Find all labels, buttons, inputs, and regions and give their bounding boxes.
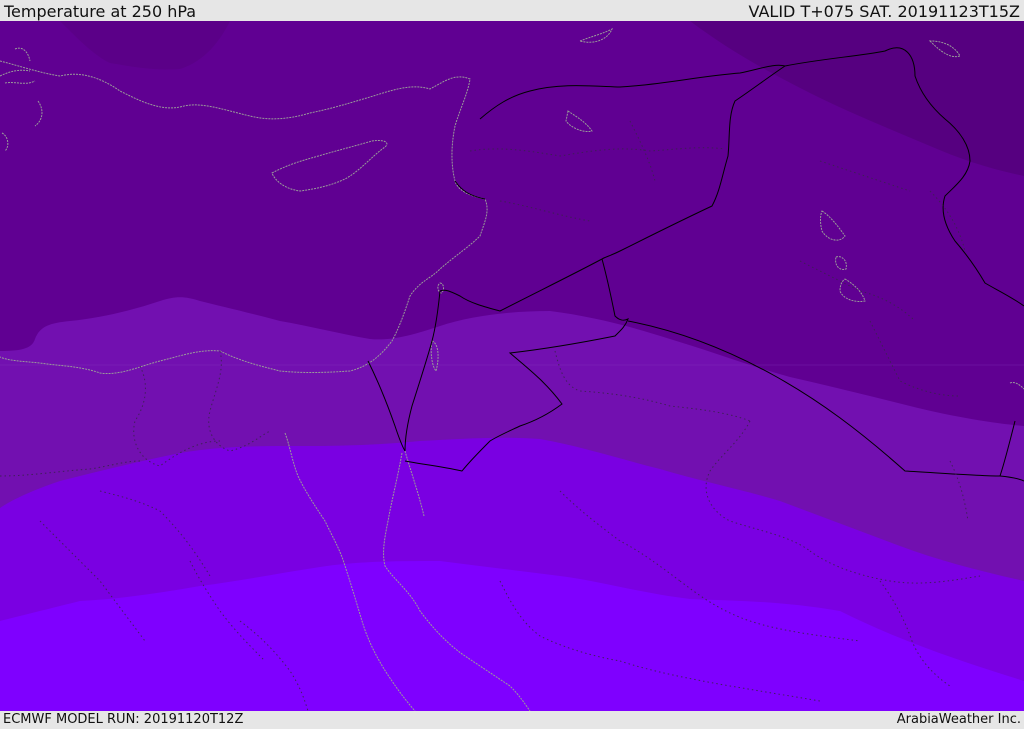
- footer-bar: ECMWF MODEL RUN: 20191120T12Z ArabiaWeat…: [0, 711, 1024, 729]
- header-bar: Temperature at 250 hPa VALID T+075 SAT. …: [0, 0, 1024, 21]
- map-title: Temperature at 250 hPa: [4, 2, 197, 21]
- model-run-label: ECMWF MODEL RUN: 20191120T12Z: [3, 712, 244, 727]
- map-canvas: [0, 21, 1024, 711]
- credit-label: ArabiaWeather Inc.: [896, 712, 1021, 727]
- weather-map[interactable]: [0, 21, 1024, 711]
- valid-time-label: VALID T+075 SAT. 20191123T15Z: [748, 2, 1020, 21]
